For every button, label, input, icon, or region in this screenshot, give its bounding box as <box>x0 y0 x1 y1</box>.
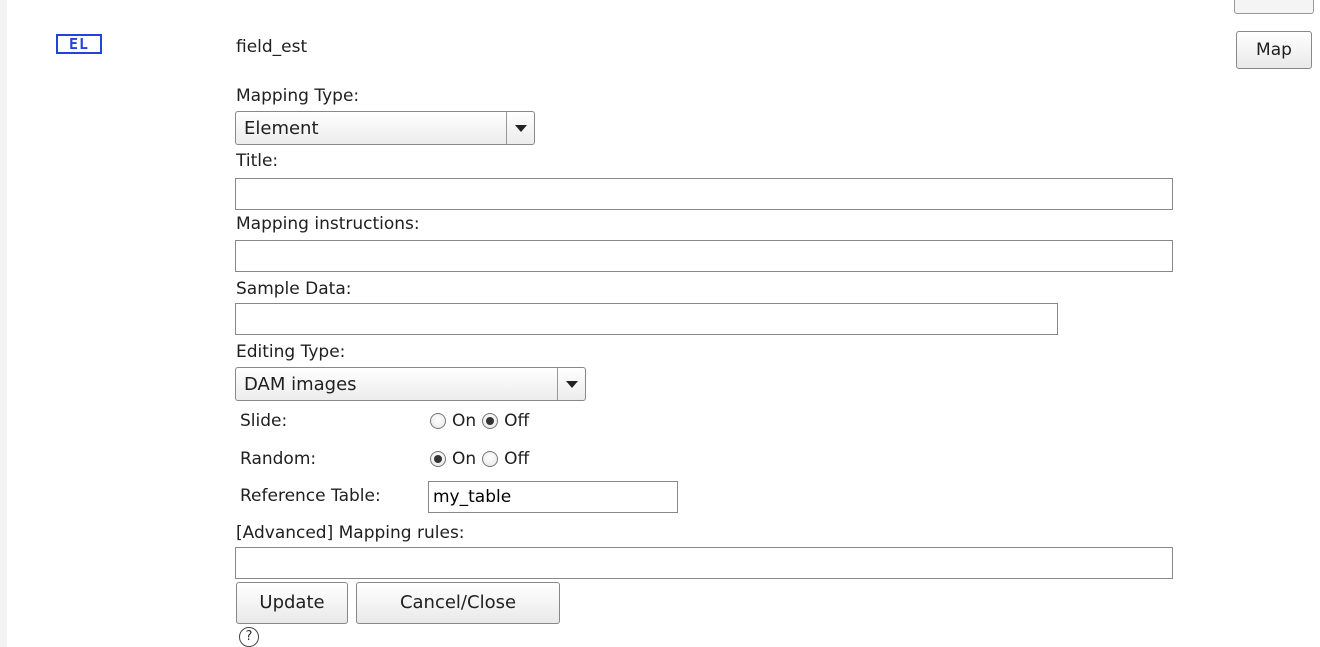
slide-on-label: On <box>452 411 477 431</box>
chevron-down-icon <box>565 380 578 388</box>
update-button[interactable]: Update <box>236 582 348 624</box>
chevron-down-icon <box>514 124 527 132</box>
mapping-rules-input[interactable] <box>235 547 1173 579</box>
reference-table-input[interactable] <box>428 481 678 513</box>
slide-on-radio[interactable] <box>430 413 446 429</box>
mapping-type-value: Element <box>244 118 319 139</box>
slide-label: Slide: <box>240 411 288 431</box>
sample-data-input[interactable] <box>235 303 1058 335</box>
slide-off-radio[interactable] <box>482 413 499 429</box>
sample-data-label: Sample Data: <box>236 279 352 299</box>
cancel-close-button[interactable]: Cancel/Close <box>356 582 560 624</box>
element-type-badge: EL <box>56 34 102 54</box>
slide-radio-group: On Off <box>430 411 535 431</box>
mapping-instructions-input[interactable] <box>235 240 1173 272</box>
random-on-radio[interactable] <box>430 451 446 467</box>
random-radio-group: On Off <box>430 449 535 469</box>
editing-type-label: Editing Type: <box>236 342 346 362</box>
title-input[interactable] <box>235 178 1173 210</box>
editing-type-select[interactable]: DAM images <box>235 367 586 401</box>
mapping-type-select[interactable]: Element <box>235 111 535 145</box>
mapping-instructions-label: Mapping instructions: <box>236 214 420 234</box>
editing-type-value: DAM images <box>244 374 357 395</box>
title-label: Title: <box>236 151 279 171</box>
random-off-label: Off <box>504 449 530 469</box>
mapping-rules-label: [Advanced] Mapping rules: <box>236 523 465 543</box>
left-edge <box>0 0 7 647</box>
slide-off-label: Off <box>504 411 530 431</box>
top-button-partial[interactable] <box>1234 0 1314 14</box>
field-name: field_est <box>236 37 308 57</box>
mapping-editor: EL field_est Map Mapping Type: Element T… <box>0 0 1320 647</box>
random-off-radio[interactable] <box>482 451 499 467</box>
reference-table-label: Reference Table: <box>240 486 381 506</box>
mapping-type-label: Mapping Type: <box>236 86 360 106</box>
help-icon[interactable]: ? <box>239 627 259 647</box>
mapping-type-dropdown-button[interactable] <box>506 112 534 144</box>
editing-type-dropdown-button[interactable] <box>557 368 585 400</box>
random-on-label: On <box>452 449 477 469</box>
random-label: Random: <box>240 449 317 469</box>
map-button[interactable]: Map <box>1236 31 1312 69</box>
